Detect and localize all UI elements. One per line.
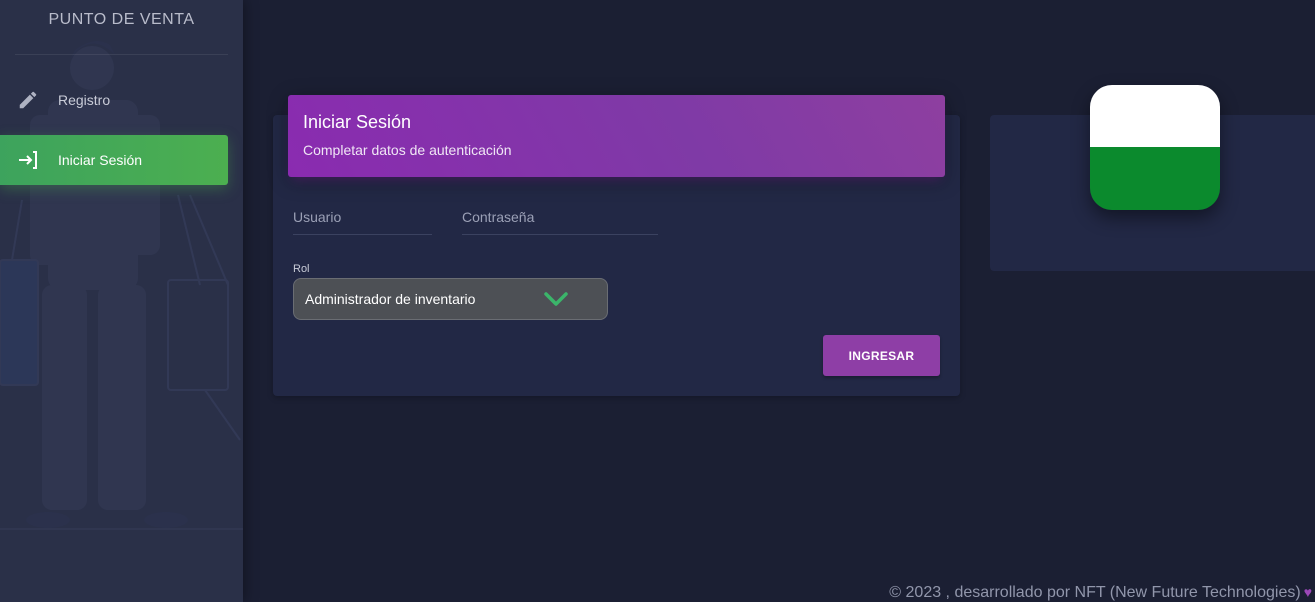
- footer-text: © 2023 , desarrollado por NFT (New Futur…: [889, 584, 1301, 601]
- pencil-icon: [16, 88, 40, 112]
- username-field: [293, 205, 432, 235]
- sidebar-nav: Registro Iniciar Sesión: [0, 75, 243, 185]
- brand-logo: [1090, 85, 1220, 210]
- sidebar-item-label: Iniciar Sesión: [58, 152, 143, 168]
- login-subtitle: Completar datos de autenticación: [303, 142, 512, 158]
- app-root: PUNTO DE VENTA Registro Iniciar Sesión I…: [0, 0, 1315, 602]
- logo-bottom-band: [1090, 147, 1220, 210]
- sidebar: PUNTO DE VENTA Registro Iniciar Sesión: [0, 0, 243, 602]
- username-input[interactable]: [293, 209, 432, 225]
- footer: © 2023 , desarrollado por NFT (New Futur…: [889, 584, 1312, 602]
- login-icon: [16, 148, 40, 172]
- chevron-down-icon: [544, 292, 568, 306]
- role-label: Rol: [293, 263, 310, 275]
- sidebar-item-label: Registro: [58, 92, 111, 108]
- heart-icon: ♥: [1303, 584, 1312, 600]
- login-title: Iniciar Sesión: [303, 112, 412, 132]
- sidebar-item-iniciar-sesion[interactable]: Iniciar Sesión: [0, 135, 228, 185]
- logo-top-band: [1090, 85, 1220, 147]
- role-select[interactable]: Administrador de inventario: [293, 278, 608, 320]
- submit-button[interactable]: INGRESAR: [823, 335, 940, 376]
- password-field: [462, 205, 658, 235]
- sidebar-item-registro[interactable]: Registro: [0, 75, 228, 125]
- login-card-header: Iniciar Sesión Completar datos de autent…: [288, 95, 945, 177]
- role-selected-value: Administrador de inventario: [305, 291, 476, 307]
- app-brand-title: PUNTO DE VENTA: [15, 0, 228, 55]
- password-input[interactable]: [462, 209, 658, 225]
